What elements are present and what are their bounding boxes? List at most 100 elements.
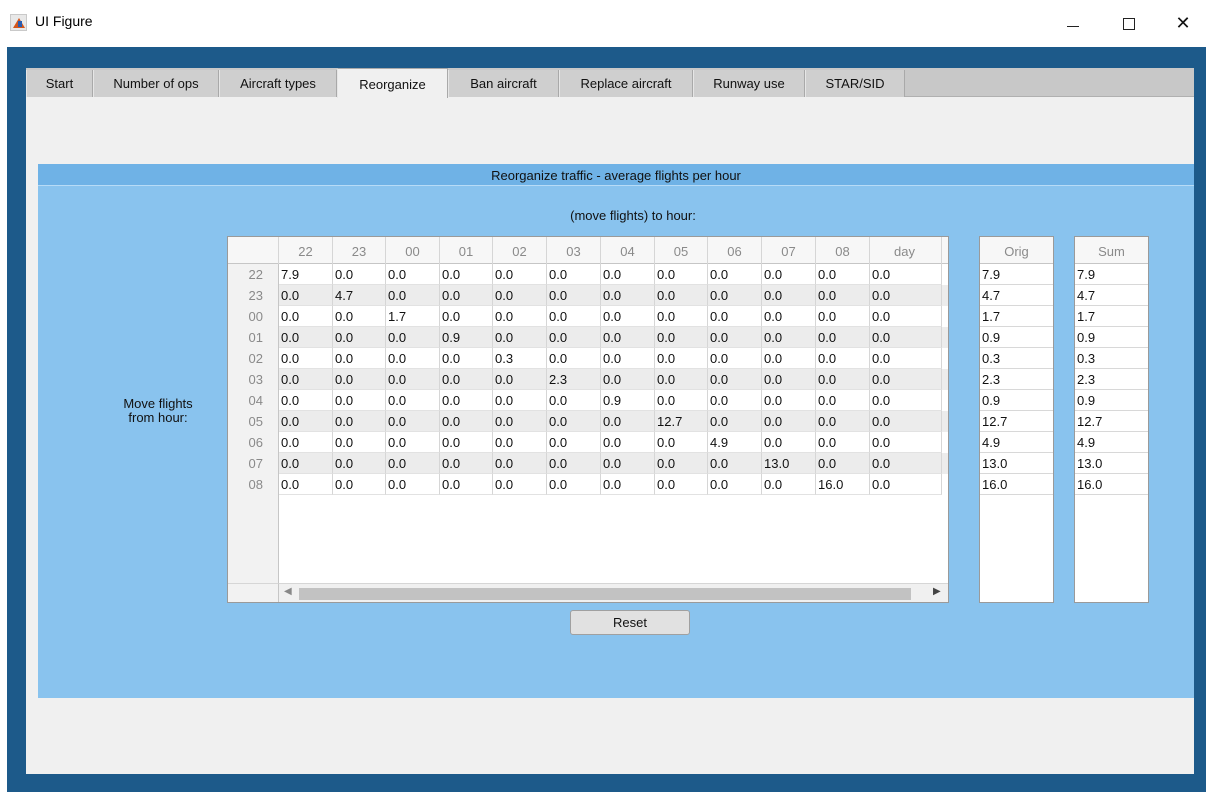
table-cell[interactable]: 0.0: [708, 390, 762, 411]
table-cell[interactable]: 0.0: [279, 453, 333, 474]
table-cell[interactable]: 0.0: [333, 453, 386, 474]
table-cell[interactable]: 0.0: [816, 411, 870, 432]
table-cell[interactable]: 0.0: [870, 453, 942, 474]
table-cell[interactable]: 0.0: [333, 474, 386, 495]
table-cell[interactable]: 0.0: [279, 411, 333, 432]
table-cell[interactable]: 0.0: [493, 327, 547, 348]
table-cell[interactable]: 0.3: [493, 348, 547, 369]
sum-table[interactable]: Sum 7.9 4.7 1.7 0.9 0.3 2.3 0.9 12.7 4.9 13.0 16.0: [1074, 236, 1149, 603]
table-cell[interactable]: 0.0: [655, 285, 708, 306]
table-cell[interactable]: 0.0: [870, 327, 942, 348]
table-cell[interactable]: 0.0: [493, 306, 547, 327]
table-cell[interactable]: 0.0: [601, 432, 655, 453]
tab-aircraft-types[interactable]: Aircraft types: [219, 70, 337, 97]
table-cell[interactable]: 0.0: [655, 306, 708, 327]
orig-cell[interactable]: 0.3: [980, 348, 1053, 369]
table-cell[interactable]: 0.0: [493, 432, 547, 453]
table-cell[interactable]: 0.0: [386, 453, 440, 474]
table-cell[interactable]: 0.0: [655, 390, 708, 411]
table-cell[interactable]: 0.0: [493, 474, 547, 495]
tab-replace-aircraft[interactable]: Replace aircraft: [559, 70, 693, 97]
table-cell[interactable]: 0.9: [440, 327, 493, 348]
table-cell[interactable]: 0.0: [333, 306, 386, 327]
table-cell[interactable]: 0.0: [493, 264, 547, 285]
table-cell[interactable]: 0.0: [547, 327, 601, 348]
orig-cell[interactable]: 12.7: [980, 411, 1053, 432]
table-cell[interactable]: 0.0: [386, 285, 440, 306]
sum-cell[interactable]: 13.0: [1075, 453, 1148, 474]
table-cell[interactable]: 4.9: [708, 432, 762, 453]
table-cell[interactable]: 0.0: [708, 369, 762, 390]
table-cell[interactable]: 0.0: [493, 369, 547, 390]
table-cell[interactable]: 0.0: [870, 369, 942, 390]
table-cell[interactable]: 0.0: [386, 369, 440, 390]
table-cell[interactable]: 0.9: [601, 390, 655, 411]
table-cell[interactable]: 0.0: [279, 390, 333, 411]
table-cell[interactable]: 0.0: [386, 264, 440, 285]
table-cell[interactable]: 2.3: [547, 369, 601, 390]
tab-start[interactable]: Start: [26, 70, 93, 97]
table-cell[interactable]: 0.0: [655, 453, 708, 474]
table-cell[interactable]: 0.0: [386, 411, 440, 432]
sum-cell[interactable]: 4.7: [1075, 285, 1148, 306]
table-cell[interactable]: 0.0: [493, 390, 547, 411]
sum-cell[interactable]: 16.0: [1075, 474, 1148, 495]
table-cell[interactable]: 0.0: [279, 369, 333, 390]
table-cell[interactable]: 0.0: [333, 348, 386, 369]
table-cell[interactable]: 0.0: [816, 285, 870, 306]
table-cell[interactable]: 0.0: [279, 474, 333, 495]
table-cell[interactable]: 0.0: [440, 453, 493, 474]
table-cell[interactable]: 0.0: [440, 348, 493, 369]
table-cell[interactable]: 0.0: [440, 285, 493, 306]
table-cell[interactable]: 0.0: [762, 306, 816, 327]
table-cell[interactable]: 0.0: [493, 411, 547, 432]
table-cell[interactable]: 0.0: [601, 348, 655, 369]
table-cell[interactable]: 0.0: [870, 348, 942, 369]
reset-button[interactable]: Reset: [570, 610, 690, 635]
table-cell[interactable]: 4.7: [333, 285, 386, 306]
table-cell[interactable]: 0.0: [279, 285, 333, 306]
table-cell[interactable]: 0.0: [708, 264, 762, 285]
table-cell[interactable]: 0.0: [440, 264, 493, 285]
table-cell[interactable]: 0.0: [708, 285, 762, 306]
table-cell[interactable]: 0.0: [333, 264, 386, 285]
table-cell[interactable]: 0.0: [279, 306, 333, 327]
table-cell[interactable]: 0.0: [386, 348, 440, 369]
table-cell[interactable]: 0.0: [655, 474, 708, 495]
table-cell[interactable]: 0.0: [870, 411, 942, 432]
orig-cell[interactable]: 0.9: [980, 390, 1053, 411]
sum-cell[interactable]: 2.3: [1075, 369, 1148, 390]
table-cell[interactable]: 0.0: [333, 411, 386, 432]
table-cell[interactable]: 0.0: [762, 411, 816, 432]
table-cell[interactable]: 0.0: [386, 432, 440, 453]
table-cell[interactable]: 0.0: [547, 453, 601, 474]
table-cell[interactable]: 0.0: [440, 306, 493, 327]
table-cell[interactable]: 0.0: [708, 348, 762, 369]
table-cell[interactable]: 0.0: [547, 285, 601, 306]
tab-reorganize[interactable]: Reorganize: [337, 68, 448, 98]
table-cell[interactable]: 0.0: [870, 264, 942, 285]
table-cell[interactable]: 0.0: [547, 306, 601, 327]
table-cell[interactable]: 0.0: [816, 306, 870, 327]
table-cell[interactable]: 0.0: [762, 348, 816, 369]
table-cell[interactable]: 0.0: [440, 390, 493, 411]
orig-cell[interactable]: 4.7: [980, 285, 1053, 306]
sum-cell[interactable]: 0.3: [1075, 348, 1148, 369]
table-cell[interactable]: 0.0: [440, 474, 493, 495]
table-cell[interactable]: 7.9: [279, 264, 333, 285]
sum-cell[interactable]: 1.7: [1075, 306, 1148, 327]
table-cell[interactable]: 12.7: [655, 411, 708, 432]
table-cell[interactable]: 0.0: [708, 453, 762, 474]
table-cell[interactable]: 0.0: [386, 390, 440, 411]
table-cell[interactable]: 0.0: [870, 390, 942, 411]
table-cell[interactable]: 0.0: [655, 369, 708, 390]
table-cell[interactable]: 0.0: [655, 348, 708, 369]
table-cell[interactable]: 0.0: [547, 432, 601, 453]
table-cell[interactable]: 0.0: [386, 474, 440, 495]
table-cell[interactable]: 0.0: [762, 327, 816, 348]
table-cell[interactable]: 0.0: [816, 327, 870, 348]
table-cell[interactable]: 0.0: [601, 369, 655, 390]
table-cell[interactable]: 0.0: [870, 285, 942, 306]
table-cell[interactable]: 0.0: [386, 327, 440, 348]
table-cell[interactable]: 0.0: [870, 306, 942, 327]
